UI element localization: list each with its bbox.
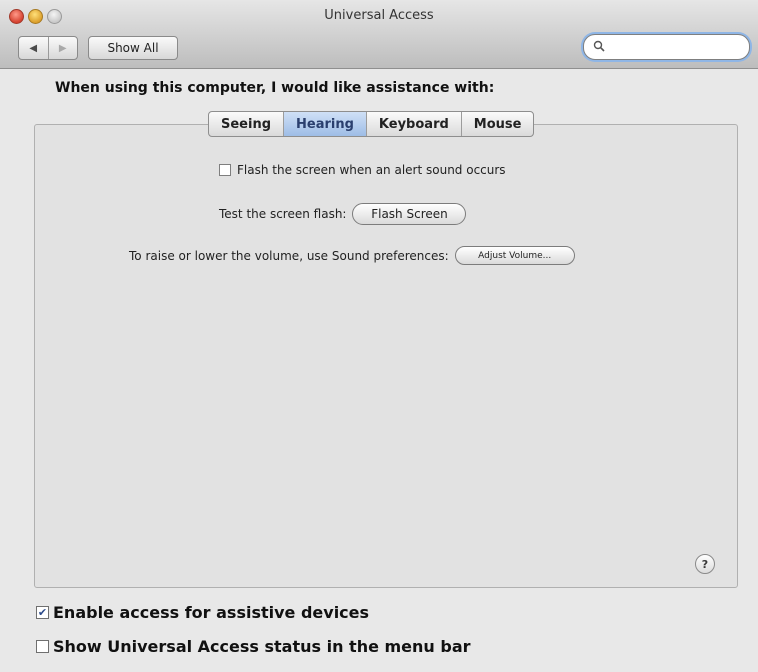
flash-alert-row: Flash the screen when an alert sound occ… [219, 163, 506, 177]
title-bar: Universal Access ◀ ▶ Show All [0, 0, 758, 69]
help-button[interactable]: ? [695, 554, 715, 574]
menu-bar-status-checkbox[interactable] [36, 640, 49, 653]
test-flash-label: Test the screen flash: [219, 207, 347, 221]
menu-bar-status-label[interactable]: Show Universal Access status in the menu… [53, 637, 471, 656]
show-all-button[interactable]: Show All [88, 36, 178, 60]
search-field[interactable] [583, 34, 750, 60]
assistive-devices-label[interactable]: Enable access for assistive devices [53, 603, 369, 622]
test-flash-row: Test the screen flash: Flash Screen [219, 203, 467, 225]
back-arrow-icon[interactable]: ◀ [19, 37, 49, 59]
preferences-window: Universal Access ◀ ▶ Show All When using… [0, 0, 758, 672]
search-input[interactable] [605, 40, 733, 54]
volume-label: To raise or lower the volume, use Sound … [129, 248, 449, 263]
adjust-volume-button[interactable]: Adjust Volume... [454, 246, 575, 265]
menu-bar-status-row: Show Universal Access status in the menu… [36, 637, 471, 656]
flash-alert-checkbox[interactable] [219, 164, 231, 176]
flash-screen-button[interactable]: Flash Screen [352, 203, 467, 225]
volume-row: To raise or lower the volume, use Sound … [129, 246, 575, 265]
assistive-devices-row: ✔ Enable access for assistive devices [36, 603, 369, 622]
tab-hearing[interactable]: Hearing [284, 112, 367, 136]
assistance-heading: When using this computer, I would like a… [55, 80, 495, 96]
window-title: Universal Access [324, 8, 434, 23]
tab-bar: Seeing Hearing Keyboard Mouse [208, 111, 535, 137]
forward-arrow-icon[interactable]: ▶ [49, 37, 78, 59]
tab-content-panel [34, 124, 738, 588]
assistive-devices-checkbox[interactable]: ✔ [36, 606, 49, 619]
magnifier-icon [593, 40, 605, 55]
tab-seeing[interactable]: Seeing [209, 112, 285, 136]
back-forward-control: ◀ ▶ [18, 36, 78, 60]
tab-keyboard[interactable]: Keyboard [367, 112, 462, 136]
tab-mouse[interactable]: Mouse [462, 112, 534, 136]
flash-alert-label[interactable]: Flash the screen when an alert sound occ… [237, 163, 506, 177]
